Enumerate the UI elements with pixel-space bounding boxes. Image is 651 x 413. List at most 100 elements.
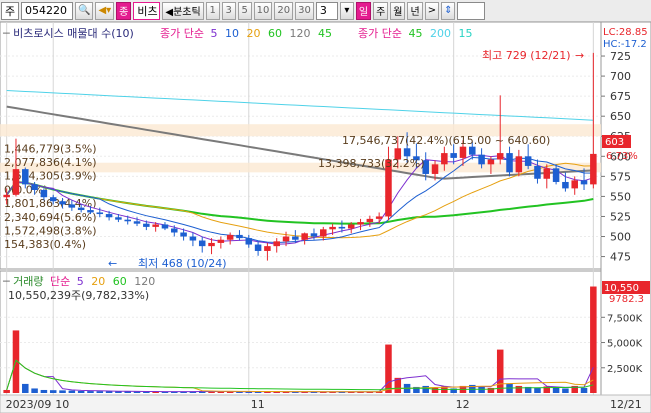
candle-body (562, 181, 569, 189)
candle-body (534, 165, 541, 179)
period-day-button[interactable]: 일 (355, 1, 372, 20)
price-tick-label: 725 (610, 50, 631, 63)
candle-body (552, 168, 560, 182)
candle-body (245, 238, 253, 245)
candle-body (198, 240, 206, 247)
stock-chart[interactable]: 1,446,779(3.5%)2,077,836(4.1%)1,634,305(… (0, 22, 651, 413)
extra-input[interactable] (457, 1, 486, 20)
candle-body (87, 210, 94, 213)
candle-body (273, 241, 280, 247)
high-label: 최고 729 (12/21) (482, 49, 571, 62)
count-input[interactable]: 3 (315, 1, 338, 20)
volume-bar (478, 386, 485, 393)
period-month-button[interactable]: 월 (390, 1, 406, 20)
profile-row-label: 2,340,694(5.6%) (4, 211, 97, 224)
volume-bar (68, 390, 76, 393)
volume-bar (534, 387, 541, 393)
high-arrow: → (575, 49, 584, 62)
price-tick-label: 475 (610, 251, 631, 264)
price-tick-label: 500 (610, 231, 631, 244)
low-label: 최저 468 (10/24) (138, 257, 227, 270)
interval-30[interactable]: 30 (295, 1, 314, 20)
market-select[interactable]: 주 (1, 1, 19, 20)
interval-10[interactable]: 10 (253, 1, 273, 20)
candle-body (292, 236, 299, 240)
interval-5[interactable]: 5 (237, 1, 252, 20)
profile-top-label: 17,546,737(42.4%)(615.00 ~ 640.60) (342, 134, 550, 147)
speaker-icon[interactable]: ◀▾ (95, 1, 115, 20)
next-button[interactable]: > (424, 1, 440, 20)
volume-max-label: 10,550,239주(9,782,33%) (8, 289, 149, 302)
updown-arrow-icon[interactable]: ⇕ (441, 1, 456, 20)
candle-body (12, 169, 20, 195)
volume-bar (59, 390, 66, 393)
interval-3[interactable]: 3 (221, 1, 236, 20)
volume-bar (496, 349, 504, 393)
search-icon[interactable]: 🔍 (75, 1, 94, 20)
toolbar: 주 054220 🔍 ◀▾ 종 비츠 ◀분초틱 1 3 5 10 20 30 3… (0, 0, 651, 22)
volume-bar (562, 388, 569, 393)
profile-row-label: 154,383(0.4%) (4, 238, 86, 251)
period-year-button[interactable]: 년 (407, 1, 423, 20)
tick-selector[interactable]: ◀분초틱 (162, 1, 204, 20)
candle-body (59, 201, 66, 205)
candle-body (524, 156, 532, 166)
volume-bar (49, 390, 57, 393)
candle-body (236, 234, 243, 239)
candle-body (217, 239, 225, 243)
candle-body (105, 214, 113, 218)
candle-body (571, 180, 578, 189)
candle-body (49, 197, 57, 202)
date-tick-label: 10 (55, 398, 69, 411)
hc-label: HC:-17.2 (603, 39, 647, 50)
candle-body (171, 228, 178, 233)
mode-badge[interactable]: 종 (116, 1, 132, 20)
profile-row-label: 2,077,836(4.1%) (4, 156, 97, 169)
date-tick-label: 2023/09 (6, 398, 52, 411)
lc-label: LC:28.85 (603, 27, 648, 38)
volume-bar (590, 286, 597, 393)
candle-body (347, 224, 355, 229)
volume-bar (552, 387, 560, 393)
candle-body (441, 153, 448, 165)
candle-body (459, 146, 467, 158)
period-week-button[interactable]: 주 (373, 1, 389, 20)
candle-body (208, 242, 215, 247)
volume-tick-label: 2,500K (607, 364, 643, 375)
volume-bar (40, 389, 48, 393)
candle-body (310, 233, 318, 237)
low-arrow: ← (108, 257, 117, 270)
candle-body (580, 180, 588, 185)
candle-body (375, 216, 383, 219)
interval-20[interactable]: 20 (274, 1, 294, 20)
candle-body (3, 194, 10, 198)
candle-body (403, 148, 411, 157)
date-axis: 2023/09 10 11 12 12/21 (0, 394, 651, 413)
candle-body (68, 204, 76, 208)
interval-1[interactable]: 1 (205, 1, 220, 20)
current-price: 603 (605, 137, 624, 148)
candle-body (366, 218, 374, 223)
date-tick-label: 12 (456, 398, 470, 411)
candle-body (31, 184, 38, 190)
volume-bar (96, 391, 104, 393)
price-tick-label: 675 (610, 90, 631, 103)
date-tick-label: 11 (251, 398, 265, 411)
price-panel-title: ─ 비츠로시스 매물대 수(10) (2, 27, 134, 40)
stock-code-input[interactable]: 054220 (21, 1, 73, 20)
current-change: 6.73% (606, 151, 638, 162)
candle-body (496, 153, 504, 160)
candle-body (329, 226, 336, 230)
candle-body (226, 234, 234, 240)
candle-body (301, 233, 308, 240)
price-tick-label: 575 (610, 170, 631, 183)
candle-body (180, 232, 187, 237)
candle-body (478, 154, 485, 165)
price-tick-label: 525 (610, 210, 631, 223)
candle-body (124, 219, 131, 222)
candle-body (357, 222, 364, 225)
volume-bar (3, 389, 10, 393)
candle-body (282, 236, 290, 242)
volume-axis: 7,500K 5,000K 2,500K (601, 313, 643, 375)
chevron-down-icon[interactable]: ▾ (339, 1, 354, 20)
